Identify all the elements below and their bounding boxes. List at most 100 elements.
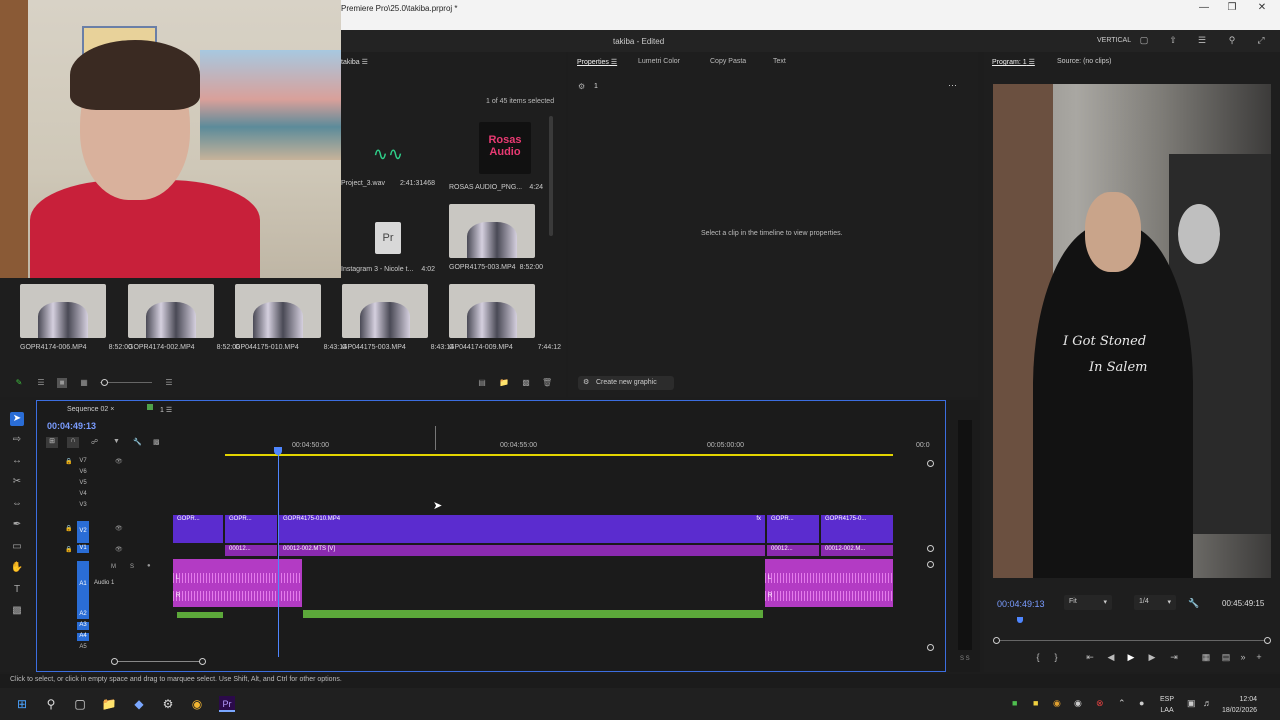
- bin-item[interactable]: GOPR4174-006.MP4 8:52:00: [20, 284, 132, 351]
- add-marker-icon[interactable]: ▼: [113, 438, 120, 445]
- network-icon[interactable]: ▣: [1187, 698, 1196, 709]
- tab-text[interactable]: Text: [773, 58, 786, 65]
- track-select-icon[interactable]: ⇨: [10, 433, 24, 447]
- step-back-button[interactable]: ◀: [1105, 652, 1117, 663]
- tray-icon[interactable]: ◉: [1074, 698, 1082, 709]
- more-options-icon[interactable]: ⋯: [948, 80, 957, 91]
- scrub-in-handle[interactable]: [993, 637, 1000, 644]
- lock-icon[interactable]: 🔒: [65, 458, 72, 465]
- tab-copy-pasta[interactable]: Copy Pasta: [710, 58, 746, 65]
- meter-solo-label[interactable]: S S: [960, 656, 970, 662]
- maximize-button[interactable]: ❐: [1222, 2, 1242, 16]
- v2-clip[interactable]: GOPR4175-0...: [821, 515, 893, 543]
- add-button[interactable]: +: [1253, 652, 1265, 662]
- menu-icon[interactable]: ☰: [1197, 35, 1207, 45]
- project-scrollbar[interactable]: [549, 116, 553, 236]
- premiere-pro-icon[interactable]: Pr: [219, 696, 235, 712]
- list-view-icon[interactable]: ☰: [36, 378, 46, 388]
- chrome-icon[interactable]: ◉: [189, 696, 205, 712]
- tray-icon[interactable]: ■: [1012, 698, 1017, 708]
- lock-icon[interactable]: 🔒: [65, 525, 72, 532]
- minimize-button[interactable]: —: [1194, 2, 1214, 16]
- timeline-timecode[interactable]: 00:04:49:13: [47, 421, 96, 431]
- v1-clip[interactable]: 00012-002.M...: [821, 545, 893, 556]
- vertical-scroll-handle[interactable]: [927, 460, 934, 467]
- bin-item[interactable]: Pr Instagram 3 - Nicole t... 4:02: [341, 212, 441, 273]
- app-icon[interactable]: ◆: [131, 696, 147, 712]
- chevron-up-icon[interactable]: ⌃: [1118, 698, 1126, 709]
- vertical-scroll-handle[interactable]: [927, 644, 934, 651]
- v2-clip[interactable]: GOPR...: [767, 515, 819, 543]
- scrub-out-handle[interactable]: [1264, 637, 1271, 644]
- a2-clip[interactable]: [303, 610, 763, 618]
- pen-icon[interactable]: ✒: [10, 518, 24, 532]
- vertical-scroll-handle[interactable]: [927, 561, 934, 568]
- language-indicator[interactable]: ESP LAA: [1160, 694, 1174, 716]
- folder-icon[interactable]: 📁: [499, 378, 509, 388]
- track-label-v2[interactable]: V2: [77, 521, 89, 543]
- settings-wrench-icon[interactable]: 🔧: [133, 438, 142, 446]
- volume-icon[interactable]: ♬: [1203, 698, 1212, 708]
- v1-clip[interactable]: 00012...: [225, 545, 277, 556]
- automate-icon[interactable]: ▤: [477, 378, 487, 388]
- work-area-bar[interactable]: [225, 454, 893, 456]
- tab-lumetri-color[interactable]: Lumetri Color: [638, 58, 680, 65]
- share-icon[interactable]: ⇧: [1168, 35, 1178, 45]
- freeform-view-icon[interactable]: ▦: [79, 378, 89, 388]
- pencil-icon[interactable]: ✎: [14, 378, 24, 388]
- eye-icon[interactable]: 👁: [115, 525, 123, 532]
- razor-icon[interactable]: ✂: [10, 475, 24, 489]
- bin-item[interactable]: GP044174-009.MP4 7:44:12: [449, 284, 561, 351]
- bin-item[interactable]: GP044175-003.MP4 8:43:14: [342, 284, 454, 351]
- h-scroll-left-handle[interactable]: [111, 658, 118, 665]
- frame-icon[interactable]: ▢: [1139, 35, 1149, 45]
- bin-item[interactable]: GOPR4175-003.MP4 8:52:00: [449, 204, 549, 271]
- step-forward-button[interactable]: ▶: [1146, 652, 1158, 663]
- bin-item[interactable]: Rosas Audio ROSAS AUDIO_PNG... 4:24: [449, 122, 549, 191]
- more-controls-button[interactable]: »: [1237, 652, 1249, 662]
- fit-dropdown[interactable]: Fit ▾: [1064, 595, 1112, 610]
- windows-start-icon[interactable]: ⊞: [14, 696, 30, 712]
- playhead-handle[interactable]: [274, 447, 282, 455]
- microphone-icon[interactable]: ●: [1139, 698, 1144, 708]
- tab-properties[interactable]: Properties ☰: [577, 58, 617, 66]
- h-scroll-right-handle[interactable]: [199, 658, 206, 665]
- icon-view-icon[interactable]: ■: [57, 378, 67, 388]
- program-scrub-bar[interactable]: [996, 640, 1266, 641]
- export-frame-button[interactable]: ▤: [1220, 652, 1232, 663]
- sequence-tab[interactable]: Sequence 02 ×: [67, 406, 114, 413]
- bin-item[interactable]: ∿∿ Project_3.wav 2:41:31468: [341, 134, 441, 187]
- close-button[interactable]: ✕: [1252, 2, 1272, 16]
- track-label-a3[interactable]: A3: [77, 622, 89, 630]
- chrome-tray-icon[interactable]: ◉: [1053, 698, 1061, 709]
- program-timecode[interactable]: 00:04:49:13: [997, 599, 1045, 609]
- task-view-icon[interactable]: ▢: [72, 696, 88, 712]
- track-label-a1[interactable]: A1: [77, 561, 89, 616]
- mark-out-button[interactable]: }: [1050, 652, 1062, 662]
- nest-toggle-icon[interactable]: ⊞: [46, 437, 58, 448]
- rectangle-icon[interactable]: ▭: [10, 540, 24, 554]
- lift-button[interactable]: ▦: [1200, 652, 1212, 663]
- track-label-a4[interactable]: A4: [77, 633, 89, 641]
- selection-tool-icon[interactable]: ➤: [10, 412, 24, 426]
- tray-icon[interactable]: ■: [1033, 698, 1038, 708]
- v1-clip[interactable]: 00012...: [767, 545, 819, 556]
- zoom-slider-handle[interactable]: [101, 379, 108, 386]
- file-explorer-icon[interactable]: 📁: [101, 696, 117, 712]
- linked-selection-icon[interactable]: ☍: [91, 438, 98, 446]
- fullscreen-icon[interactable]: ⤢: [1256, 35, 1266, 45]
- create-new-graphic-button[interactable]: ⚙ Create new graphic: [578, 376, 674, 390]
- mark-in-button[interactable]: {: [1032, 652, 1044, 662]
- a1-clip[interactable]: L R: [765, 559, 893, 607]
- timeline-playhead[interactable]: [278, 449, 279, 657]
- snap-icon[interactable]: ∩: [67, 437, 79, 448]
- tab-source[interactable]: Source: (no clips): [1057, 58, 1111, 65]
- go-to-in-button[interactable]: ⇤: [1084, 652, 1096, 663]
- type-icon[interactable]: T: [10, 583, 24, 597]
- eye-icon[interactable]: 👁: [115, 546, 123, 553]
- play-button[interactable]: ▶: [1125, 652, 1137, 663]
- track-label-a2[interactable]: A2: [77, 611, 89, 619]
- tray-icon[interactable]: ⊗: [1096, 698, 1104, 709]
- horizontal-scrollbar[interactable]: [115, 661, 203, 662]
- eye-icon[interactable]: 👁: [115, 458, 123, 465]
